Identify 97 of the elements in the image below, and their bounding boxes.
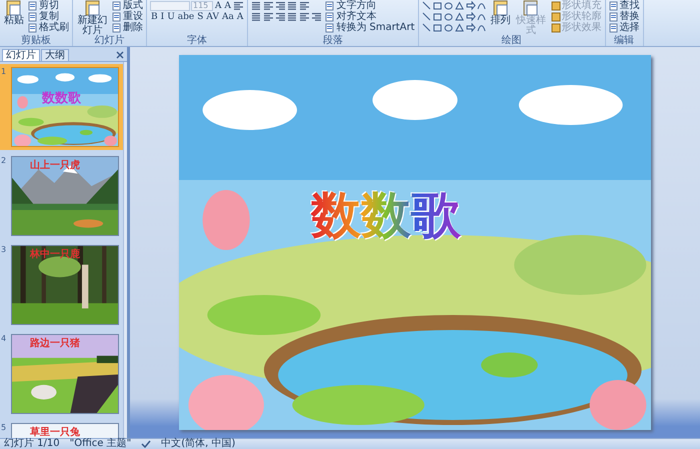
shape-icon[interactable] [476, 12, 487, 22]
document-icon [608, 12, 619, 22]
document-icon [84, 0, 102, 16]
slide-title: 数数歌 [42, 92, 81, 106]
format-button[interactable]: A [236, 12, 244, 22]
scrollbar[interactable] [123, 62, 127, 438]
format-button[interactable]: U [166, 12, 176, 22]
square-icon [550, 22, 561, 32]
group-label: 绘图 [500, 35, 523, 46]
align-lines-icon[interactable] [287, 12, 298, 22]
ribbon-button[interactable]: 粘贴 [3, 0, 25, 26]
ribbon-button[interactable]: 对齐文本 [325, 11, 376, 22]
panel-tab[interactable]: 大纲 [41, 49, 69, 61]
shape-icon[interactable] [432, 0, 443, 10]
shape-icon[interactable] [466, 22, 476, 32]
align-lines-icon[interactable] [263, 0, 274, 10]
document-icon [325, 22, 336, 32]
document-icon [28, 0, 38, 10]
format-button[interactable]: S [196, 12, 204, 22]
format-button[interactable]: abe [176, 12, 196, 22]
group-label: 幻灯片 [94, 35, 126, 46]
shape-icon[interactable] [476, 22, 487, 32]
align-lines-icon[interactable] [299, 0, 310, 10]
shape-icon[interactable] [432, 12, 443, 22]
ribbon-button[interactable]: 版式 [112, 0, 143, 11]
ribbon-button[interactable]: 转换为 SmartArt [325, 22, 415, 33]
document-icon [608, 0, 619, 10]
format-button[interactable]: A [214, 0, 222, 10]
align-lines-icon[interactable] [251, 0, 262, 10]
panel-tab[interactable]: 幻灯片 [2, 49, 40, 61]
align-lines-icon[interactable] [233, 0, 244, 10]
ribbon-button[interactable]: 复制 [28, 11, 59, 22]
ribbon-button[interactable]: 新建幻灯片 [76, 0, 109, 36]
ribbon-button[interactable]: 格式刷 [28, 22, 69, 33]
align-lines-icon[interactable] [299, 12, 310, 22]
slide-title: 林中一只鹿 [30, 249, 80, 260]
document-icon [325, 12, 336, 22]
document-icon [492, 0, 510, 16]
theme-name: "Office 主题" [70, 439, 132, 449]
square-icon [550, 12, 561, 22]
document-icon [5, 0, 23, 16]
document-icon [325, 0, 336, 10]
close-icon[interactable] [116, 51, 124, 59]
group-label: 编辑 [613, 35, 636, 46]
slide-thumbnail[interactable]: 草里一只兔 [11, 423, 119, 438]
format-button[interactable]: AV [205, 12, 220, 22]
shape-icon[interactable] [444, 12, 454, 22]
shape-icon[interactable] [422, 12, 432, 22]
ribbon-button[interactable]: 删除 [112, 22, 143, 33]
shape-icon[interactable] [454, 0, 465, 10]
document-icon [112, 0, 122, 10]
shape-icon[interactable] [444, 0, 454, 10]
group-label: 剪贴板 [20, 35, 52, 46]
align-lines-icon[interactable] [263, 12, 274, 22]
format-button[interactable]: I [160, 12, 166, 22]
shape-icon[interactable] [432, 22, 443, 32]
square-icon [550, 0, 561, 10]
document-icon [28, 22, 38, 32]
format-button[interactable]: A [224, 0, 232, 10]
slide-title: 山上一只虎 [30, 160, 80, 171]
document-icon [112, 12, 122, 22]
shape-icon[interactable] [454, 12, 465, 22]
group-label: 段落 [322, 35, 344, 46]
shape-icon[interactable] [466, 12, 476, 22]
document-icon [28, 12, 38, 22]
slide-number: 3 [1, 245, 8, 256]
align-lines-icon[interactable] [275, 0, 286, 10]
ribbon-button[interactable]: 排列 [490, 0, 512, 26]
slide-number: 2 [1, 156, 8, 167]
slide-title: 路边一只猪 [30, 338, 80, 349]
language-label: 中文(简体, 中国) [161, 439, 236, 449]
shape-icon[interactable] [422, 0, 432, 10]
slide-number: 1 [1, 67, 8, 78]
format-button[interactable]: B [150, 12, 159, 22]
shape-icon[interactable] [476, 0, 487, 10]
align-lines-icon[interactable] [311, 12, 322, 22]
slide-counter: 幻灯片 1/10 [4, 439, 60, 449]
align-lines-icon[interactable] [287, 0, 298, 10]
shape-icon[interactable] [422, 22, 432, 32]
slide-number: 5 [1, 423, 8, 434]
shape-icon[interactable] [454, 22, 465, 32]
format-button[interactable]: Aa [220, 12, 235, 22]
ribbon-button[interactable]: 查找 [608, 0, 640, 11]
shape-icon[interactable] [444, 22, 454, 32]
align-lines-icon[interactable] [251, 12, 262, 22]
ribbon-button[interactable]: 替换 [608, 11, 640, 22]
shape-icon[interactable] [466, 0, 476, 10]
ribbon-button[interactable]: 重设 [112, 11, 143, 22]
check-icon[interactable] [141, 440, 152, 448]
slide-number: 4 [1, 334, 8, 345]
slide-title: 草里一只兔 [30, 427, 80, 438]
document-icon [522, 0, 540, 16]
ribbon-button[interactable]: 选择 [608, 22, 640, 33]
align-lines-icon[interactable] [275, 12, 286, 22]
group-label: 字体 [186, 35, 208, 46]
document-icon [608, 22, 619, 32]
document-icon [112, 22, 122, 32]
